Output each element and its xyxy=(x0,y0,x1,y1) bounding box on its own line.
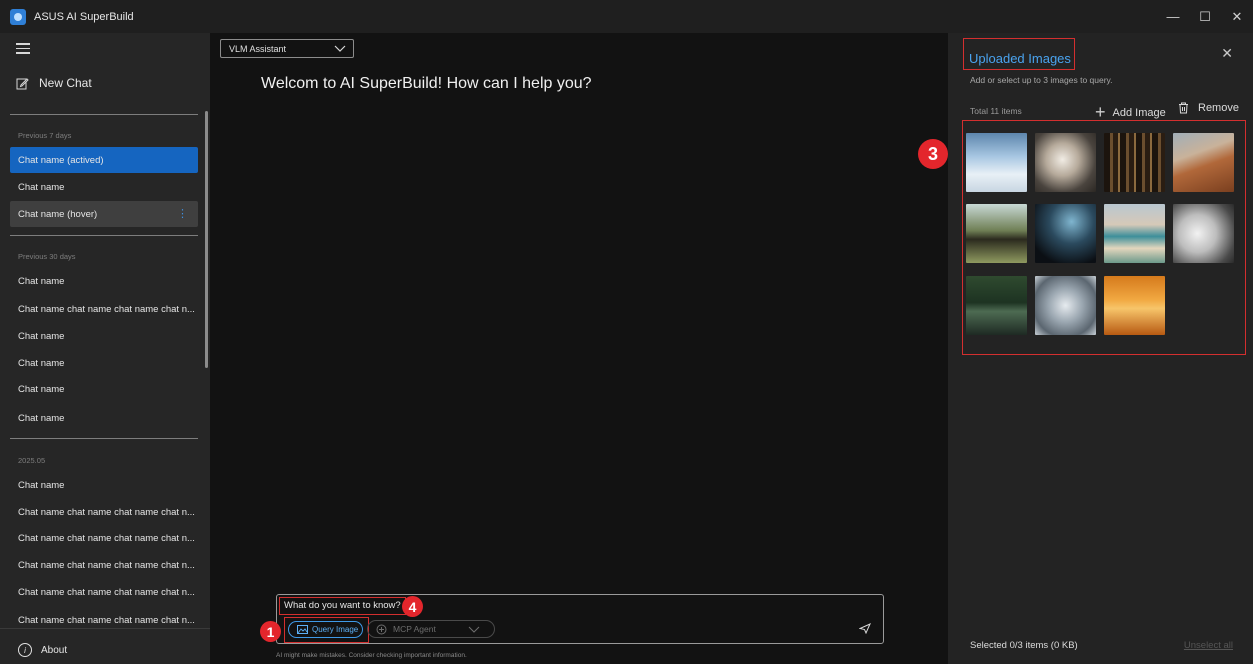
chat-main: VLM Assistant Welcom to AI SuperBuild! H… xyxy=(210,33,948,664)
query-image-label: Query Image xyxy=(312,625,359,634)
image-thumbnail-desert-dune[interactable] xyxy=(1173,133,1234,192)
chat-item-label: Chat name xyxy=(18,383,65,395)
image-thumbnail-leaves-bw[interactable] xyxy=(1173,204,1234,263)
info-icon: i xyxy=(18,643,32,657)
mcp-agent-label: MCP Agent xyxy=(393,624,436,634)
menu-icon[interactable] xyxy=(16,43,30,54)
total-items: Total 11 items xyxy=(970,106,1022,116)
chat-item[interactable]: Chat name chat name chat name chat n... xyxy=(10,296,198,322)
about-label: About xyxy=(41,644,68,656)
remove-button[interactable]: Remove xyxy=(1178,102,1239,114)
remove-label: Remove xyxy=(1198,102,1239,114)
image-thumbnail-ostrich[interactable] xyxy=(966,204,1027,263)
chat-item[interactable]: Chat name chat name chat name chat n... xyxy=(10,499,198,525)
section-label-7-days: Previous 7 days xyxy=(18,131,72,140)
chat-item-label: Chat name xyxy=(18,181,65,193)
window-title: ASUS AI SuperBuild xyxy=(34,10,134,23)
selection-status: Selected 0/3 items (0 KB) xyxy=(970,640,1078,651)
callout-badge: 1 xyxy=(260,621,281,642)
send-icon[interactable] xyxy=(859,623,871,634)
image-thumbnail-snowy-road[interactable] xyxy=(966,133,1027,192)
new-chat-label: New Chat xyxy=(39,76,92,90)
welcome-heading: Welcom to AI SuperBuild! How can I help … xyxy=(261,75,592,92)
divider xyxy=(10,235,198,236)
query-image-button[interactable]: Query Image xyxy=(288,621,363,638)
chat-item[interactable]: Chat name chat name chat name chat n... xyxy=(10,579,198,605)
mcp-icon xyxy=(376,624,387,634)
close-window-button[interactable]: ✕ xyxy=(1221,0,1253,33)
chevron-down-icon xyxy=(334,45,346,52)
chat-item[interactable]: Chat name chat name chat name chat n... xyxy=(10,552,198,578)
chat-item-label: Chat name (hover) xyxy=(18,208,98,220)
new-chat-button[interactable]: New Chat xyxy=(16,76,92,90)
image-thumbnail-hand-sand[interactable] xyxy=(1035,276,1096,335)
chat-item[interactable]: Chat name xyxy=(10,268,198,294)
chat-item-label: Chat name xyxy=(18,357,65,369)
chat-item-label: Chat name chat name chat name chat n... xyxy=(18,614,195,626)
highlight-frame: Uploaded Images xyxy=(963,38,1075,70)
maximize-button[interactable]: ☐ xyxy=(1189,0,1221,33)
image-thumbnail-lake-forest[interactable] xyxy=(966,276,1027,335)
image-thumbnail-silhouette-rain[interactable] xyxy=(1035,204,1096,263)
callout-badge: 3 xyxy=(918,139,948,169)
chat-item[interactable]: Chat name xyxy=(10,323,198,349)
chat-item-label: Chat name xyxy=(18,412,65,424)
chat-item[interactable]: Chat name xyxy=(10,376,198,402)
chat-item[interactable]: Chat name chat name chat name chat n... xyxy=(10,525,198,551)
image-thumbnail-blossom-branch[interactable] xyxy=(1035,133,1096,192)
chat-item[interactable]: Chat name xyxy=(10,350,198,376)
chat-item-hover[interactable]: Chat name (hover) ⋮ xyxy=(10,201,198,227)
title-bar: ASUS AI SuperBuild — ☐ ✕ xyxy=(0,0,1253,33)
image-thumbnail-coastline-city[interactable] xyxy=(1104,204,1165,263)
chat-item-label: Chat name xyxy=(18,275,65,287)
chat-item-label: Chat name chat name chat name chat n... xyxy=(18,559,195,571)
model-select[interactable]: VLM Assistant xyxy=(220,39,354,58)
window-controls: — ☐ ✕ xyxy=(1157,0,1253,33)
highlight-frame: Query Image xyxy=(284,617,369,643)
trash-icon xyxy=(1179,102,1188,114)
chat-item[interactable]: Chat name xyxy=(10,472,198,498)
app-logo-icon xyxy=(10,8,26,25)
minimize-button[interactable]: — xyxy=(1157,0,1189,33)
chat-item[interactable]: Chat name chat name chat name chat n... xyxy=(10,607,198,633)
disclaimer-text: AI might make mistakes. Consider checkin… xyxy=(276,652,467,659)
sidebar-scrollbar[interactable] xyxy=(205,111,208,368)
add-image-label: Add Image xyxy=(1112,106,1166,119)
divider xyxy=(0,628,210,629)
chat-item[interactable]: Chat name xyxy=(10,405,198,431)
panel-subtitle: Add or select up to 3 images to query. xyxy=(970,75,1113,85)
divider xyxy=(10,114,198,115)
mcp-agent-select[interactable]: MCP Agent xyxy=(367,620,495,638)
chat-item-label: Chat name xyxy=(18,479,65,491)
section-label-2025-05: 2025.05 xyxy=(18,456,46,465)
image-thumbnail-forest-trees[interactable] xyxy=(1104,133,1165,192)
chat-item-active[interactable]: Chat name (actived) xyxy=(10,147,198,173)
chat-item-label: Chat name chat name chat name chat n... xyxy=(18,532,195,544)
chat-item-label: Chat name chat name chat name chat n... xyxy=(18,586,195,598)
chat-input-placeholder[interactable]: What do you want to know? xyxy=(279,597,406,615)
about-button[interactable]: i About xyxy=(18,643,67,657)
chat-input-box[interactable]: What do you want to know? Query Image MC… xyxy=(276,594,884,644)
image-icon xyxy=(297,625,308,634)
chat-item-label: Chat name chat name chat name chat n... xyxy=(18,303,195,315)
sidebar: New Chat Previous 7 days Chat name (acti… xyxy=(0,33,210,664)
chevron-down-icon xyxy=(468,626,480,633)
model-select-value: VLM Assistant xyxy=(229,43,287,54)
uploaded-images-panel: Uploaded Images ✕ Add or select up to 3 … xyxy=(948,33,1253,664)
chat-item-label: Chat name (actived) xyxy=(18,154,104,166)
image-thumbnail-sunset-sea[interactable] xyxy=(1104,276,1165,335)
more-options-icon[interactable]: ⋮ xyxy=(177,207,188,220)
chat-item[interactable]: Chat name xyxy=(10,174,198,200)
edit-icon xyxy=(16,77,29,89)
callout-badge: 4 xyxy=(402,596,423,617)
chat-item-label: Chat name chat name chat name chat n... xyxy=(18,506,195,518)
unselect-all-link[interactable]: Unselect all xyxy=(1184,640,1233,651)
divider xyxy=(10,438,198,439)
section-label-30-days: Previous 30 days xyxy=(18,252,76,261)
chat-item-label: Chat name xyxy=(18,330,65,342)
close-panel-button[interactable]: ✕ xyxy=(1221,45,1233,62)
panel-title: Uploaded Images xyxy=(969,51,1071,66)
